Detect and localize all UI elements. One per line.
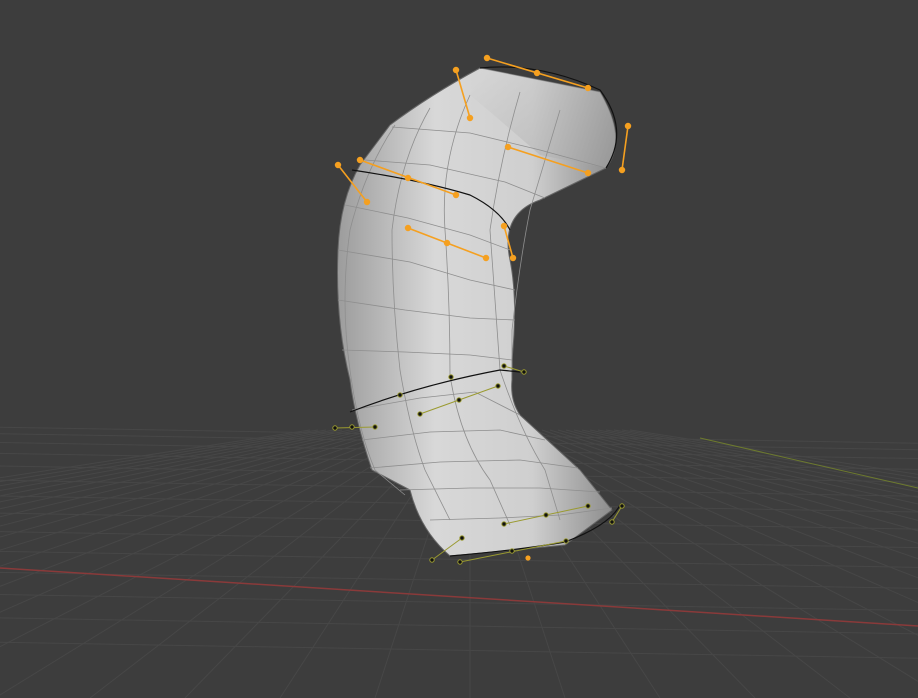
handle-point[interactable] [501,363,507,369]
handle-point[interactable] [509,254,517,262]
handle-point[interactable] [356,156,364,164]
handle-point[interactable] [452,66,460,74]
handle-point[interactable] [500,222,508,230]
handle-point[interactable] [448,374,454,380]
handle-point[interactable] [404,174,412,182]
handle-point[interactable] [483,54,491,62]
handle-point[interactable] [533,69,541,77]
tube-mesh[interactable] [337,67,617,557]
object-origin[interactable] [525,555,531,561]
handle-point[interactable] [457,559,463,565]
handle-point[interactable] [619,503,625,509]
handle-point[interactable] [404,224,412,232]
handle-point[interactable] [543,512,549,518]
handle-point[interactable] [609,519,615,525]
handle-point[interactable] [509,548,515,554]
handle-point[interactable] [584,84,592,92]
handle-point[interactable] [363,198,371,206]
handle-point[interactable] [452,191,460,199]
grid-line [0,429,359,510]
handle-point[interactable] [397,392,403,398]
handle-point[interactable] [372,424,378,430]
handle-point[interactable] [624,122,632,130]
handle-point[interactable] [334,161,342,169]
grid-line [0,429,367,518]
handle-point[interactable] [459,535,465,541]
handle-point[interactable] [332,425,338,431]
grid-line [0,429,415,613]
grid-line [0,429,375,527]
handle-point[interactable] [495,383,501,389]
handle-point[interactable] [349,424,355,430]
grid-line [0,571,918,589]
handle-point[interactable] [563,538,569,544]
handle-point[interactable] [585,503,591,509]
handle-point[interactable] [456,397,462,403]
handle-point[interactable] [521,369,527,375]
handle-point[interactable] [482,254,490,262]
handle-point[interactable] [417,411,423,417]
handle-point[interactable] [429,557,435,563]
handle-point[interactable] [504,143,512,151]
grid-line [0,617,918,635]
3d-viewport[interactable] [0,0,918,698]
handle-point[interactable] [584,169,592,177]
handle-point[interactable] [443,239,451,247]
viewport-canvas[interactable] [0,0,918,698]
handle-point[interactable] [466,114,474,122]
handle-point[interactable] [618,166,626,174]
handle-point[interactable] [501,521,507,527]
